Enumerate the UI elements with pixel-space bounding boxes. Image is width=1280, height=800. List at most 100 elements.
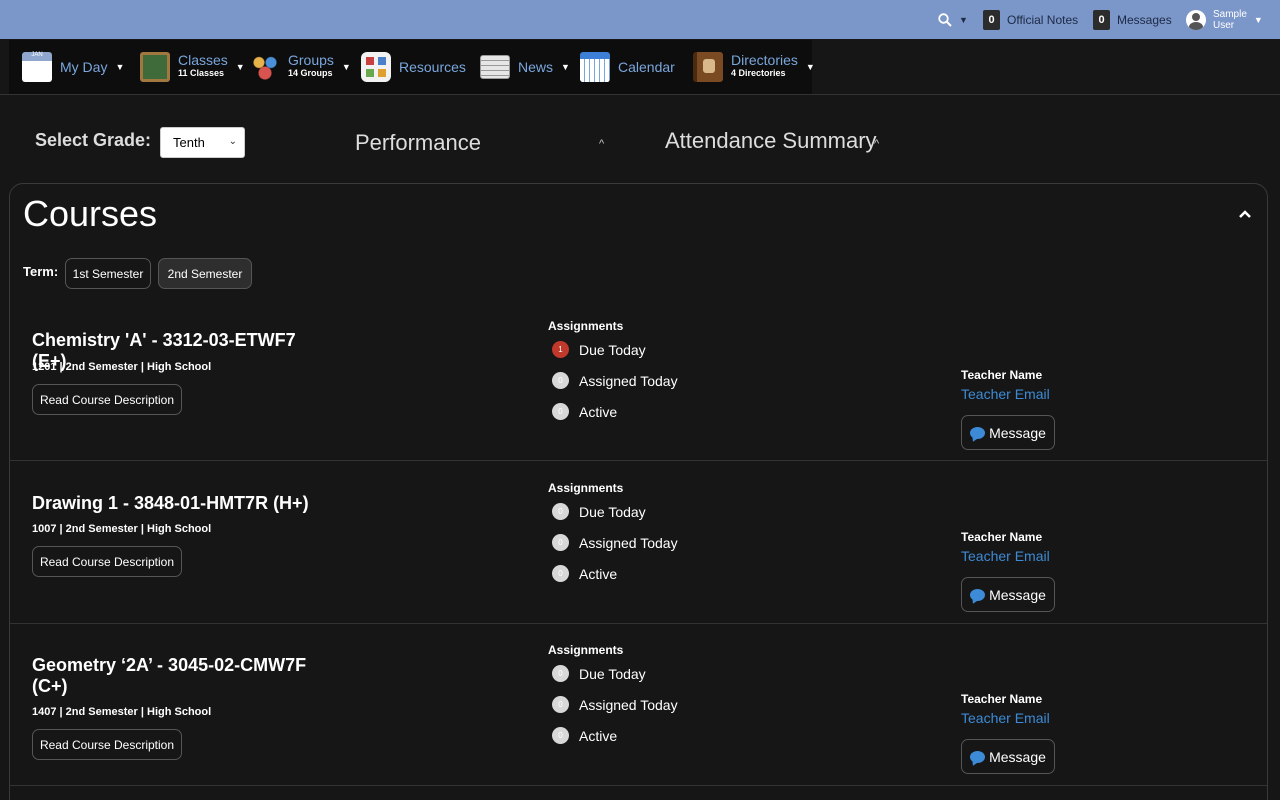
assignments-title: Assignments [548,319,624,333]
chat-bubble-icon [970,426,986,439]
avatar [1186,9,1206,30]
count-badge: 0 [552,727,569,744]
performance-section-toggle[interactable]: Performance [355,130,481,156]
user-name: Sample User [1213,8,1247,31]
count-badge: 0 [552,665,569,682]
assignment-assigned-today[interactable]: 0 Assigned Today [552,696,678,713]
assignment-active[interactable]: 0 Active [552,727,617,744]
course-name: Geometry ‘2A’ - 3045-02-CMW7F (C+) [32,655,307,696]
nav-directories[interactable]: Directories 4 Directories ▼ [693,40,815,94]
select-grade-label: Select Grade: [35,130,152,150]
messages-link[interactable]: 0 Messages [1093,0,1172,39]
nav-label: Classes [178,52,228,68]
nav-label: Directories [731,52,798,68]
groups-icon [250,52,280,82]
grade-select-value: Tenth [173,135,205,150]
nav-calendar[interactable]: Calendar [580,40,675,94]
teacher-name: Teacher Name [961,692,1043,706]
teacher-email-link[interactable]: Teacher Email [961,386,1050,402]
nav-classes[interactable]: Classes 11 Classes ▼ [140,40,245,94]
course-row: Geometry ‘2A’ - 3045-02-CMW7F (C+) 1407 … [10,623,1267,786]
assignment-due-today[interactable]: 1 Due Today [552,341,646,358]
assignment-due-today[interactable]: 0 Due Today [552,503,646,520]
official-notes-label: Official Notes [1007,12,1079,27]
assignments-title: Assignments [548,481,624,495]
calendar-day-icon: JAN [22,52,52,82]
directory-book-icon [693,52,723,82]
chevron-up-icon[interactable]: ^ [874,138,879,150]
official-notes-count: 0 [983,9,1000,30]
message-button[interactable]: Message [961,739,1055,774]
course-meta: 1201 | 2nd Semester | High School [32,361,212,373]
calendar-icon [580,52,610,82]
nav-label: Groups [288,52,334,68]
newspaper-icon [480,55,510,79]
search-icon [938,12,952,27]
teacher-email-link[interactable]: Teacher Email [961,710,1050,726]
term-label: Term: [23,264,59,279]
chevron-down-icon: ▼ [115,62,125,72]
attendance-section-toggle[interactable]: Attendance Summary [665,128,877,154]
course-meta: 1407 | 2nd Semester | High School [32,706,212,718]
course-meta: 1007 | 2nd Semester | High School [32,523,212,535]
official-notes-link[interactable]: 0 Official Notes [983,0,1078,39]
chevron-down-icon: ⌄ [228,136,237,147]
chevron-up-icon[interactable]: ^ [599,138,604,150]
term-button-2nd-semester[interactable]: 2nd Semester [158,258,252,289]
grade-select[interactable]: Tenth ⌄ [160,127,245,158]
count-badge: 0 [552,696,569,713]
read-course-description-button[interactable]: Read Course Description [32,384,182,415]
messages-label: Messages [1117,12,1172,27]
chevron-down-icon: ▼ [561,62,570,72]
message-button[interactable]: Message [961,577,1055,612]
assignment-assigned-today[interactable]: 0 Assigned Today [552,372,678,389]
read-course-description-button[interactable]: Read Course Description [32,546,182,577]
divider [0,94,1280,95]
nav-groups[interactable]: Groups 14 Groups ▼ [250,40,351,94]
nav-label: Resources [399,59,466,75]
count-badge: 0 [552,534,569,551]
courses-title: Courses [23,193,158,234]
nav-label: Calendar [618,59,675,75]
chevron-down-icon: ▼ [341,62,351,72]
chat-bubble-icon [970,750,986,763]
collapse-chevron-icon[interactable] [1238,206,1252,222]
chat-bubble-icon [970,588,986,601]
assignment-active[interactable]: 0 Active [552,565,617,582]
course-row: Drawing 1 - 3848-01-HMT7R (H+) 1007 | 2n… [10,461,1267,624]
top-bar: ▼ 0 Official Notes 0 Messages Sample Use… [0,0,1280,39]
messages-count: 0 [1093,9,1110,30]
chevron-down-icon: ▼ [959,14,968,25]
search-menu[interactable]: ▼ [938,0,968,39]
main-nav: JAN My Day ▼ Classes 11 Classes ▼ Groups… [9,40,815,94]
assignments-title: Assignments [548,643,624,657]
nav-resources[interactable]: Resources [361,40,466,94]
resources-icon [361,52,391,82]
nav-news[interactable]: News ▼ [480,40,570,94]
course-row: Chemistry 'A' - 3312-03-ETWF7 (E+) 1201 … [10,298,1267,461]
nav-sublabel: 14 Groups [288,68,333,78]
read-course-description-button[interactable]: Read Course Description [32,729,182,760]
assignment-due-today[interactable]: 0 Due Today [552,665,646,682]
chevron-down-icon: ▼ [1253,14,1263,25]
user-menu[interactable]: Sample User ▼ [1186,0,1263,39]
nav-label: My Day [60,59,108,75]
teacher-name: Teacher Name [961,368,1043,382]
message-button[interactable]: Message [961,415,1055,450]
teacher-name: Teacher Name [961,530,1043,544]
count-badge: 0 [552,503,569,520]
assignment-active[interactable]: 0 Active [552,403,617,420]
count-badge: 1 [552,341,569,358]
term-button-1st-semester[interactable]: 1st Semester [65,258,151,289]
chalkboard-icon [140,52,170,82]
nav-label: News [518,59,554,75]
count-badge: 0 [552,403,569,420]
nav-sublabel: 11 Classes [178,68,225,78]
assignment-assigned-today[interactable]: 0 Assigned Today [552,534,678,551]
chevron-down-icon: ▼ [805,62,815,72]
teacher-email-link[interactable]: Teacher Email [961,548,1050,564]
nav-sublabel: 4 Directories [731,68,786,78]
count-badge: 0 [552,565,569,582]
course-name: Drawing 1 - 3848-01-HMT7R (H+) [32,493,309,513]
nav-my-day[interactable]: JAN My Day ▼ [22,40,124,94]
